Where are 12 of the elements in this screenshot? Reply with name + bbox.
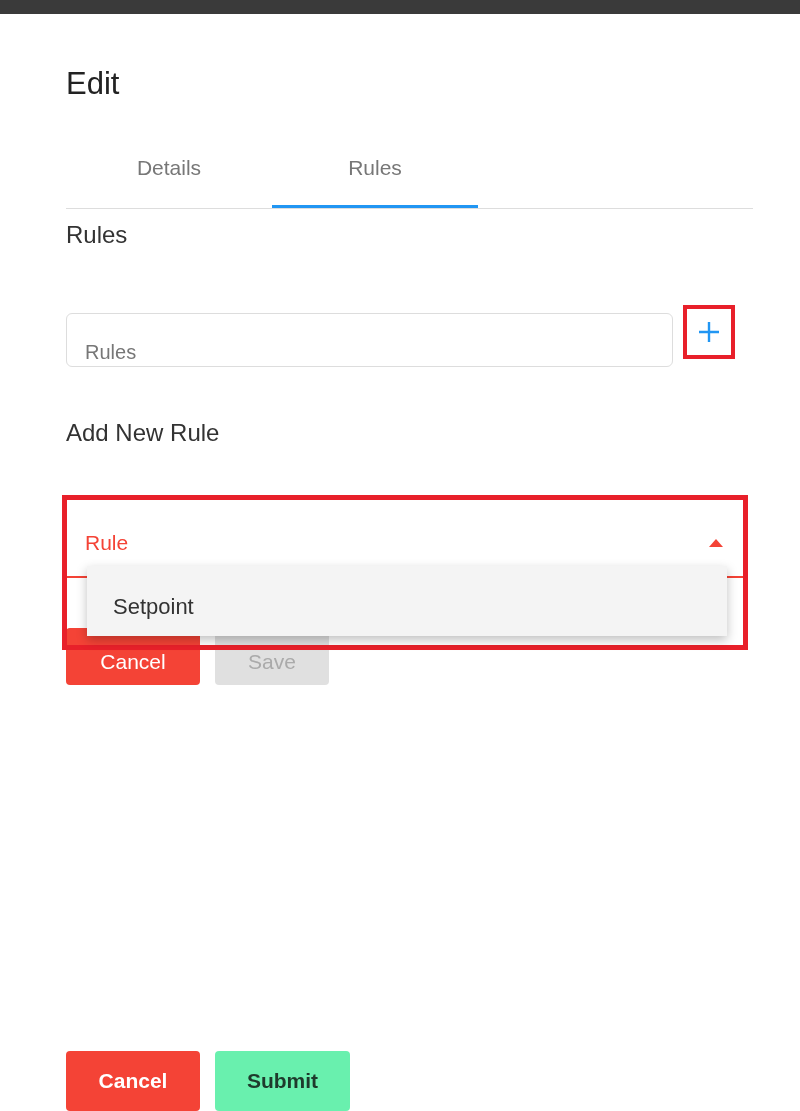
plus-icon: [698, 321, 720, 343]
menu-item[interactable]: Setpoint: [87, 566, 727, 636]
rules-field[interactable]: Rules: [66, 313, 673, 367]
cancel-button[interactable]: Cancel: [66, 1051, 200, 1111]
section-heading: Rules: [66, 221, 129, 249]
dialog-title: Edit: [66, 66, 121, 102]
caret-icon: [709, 539, 723, 547]
tab[interactable]: Rules: [272, 146, 478, 208]
section-heading: Add New Rule: [66, 419, 221, 447]
submit-button[interactable]: Submit: [215, 1051, 350, 1111]
tab[interactable]: Details: [66, 146, 272, 208]
add-button[interactable]: [696, 319, 722, 345]
